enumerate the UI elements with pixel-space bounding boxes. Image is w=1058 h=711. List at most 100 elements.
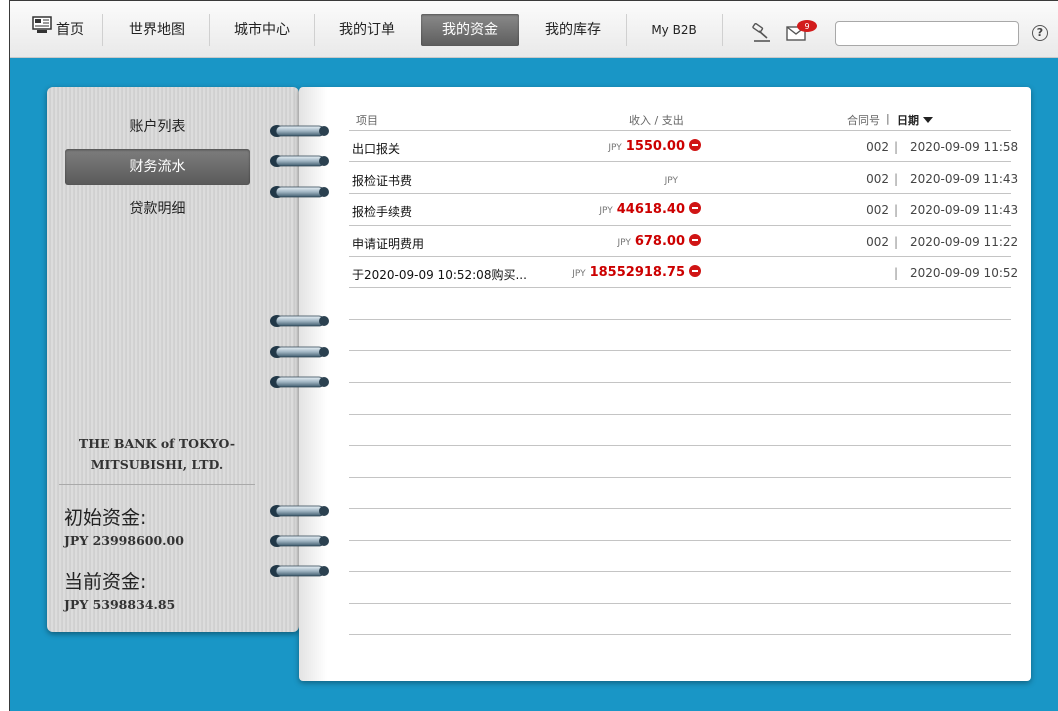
nav-my-b2b[interactable]: My B2B: [632, 14, 716, 46]
ruled-line: [349, 603, 1011, 604]
row-separator: |: [894, 140, 899, 154]
expense-minus-icon: [689, 202, 701, 214]
ruled-line: [349, 540, 1011, 541]
row-currency: JPY: [572, 269, 586, 279]
ruled-line: [349, 414, 1011, 415]
row-amount-value: 678.00: [634, 234, 685, 249]
sidebar-item-loan-details[interactable]: 贷款明细: [65, 191, 250, 227]
sidebar-item-account-list[interactable]: 账户列表: [65, 109, 250, 145]
row-separator: |: [894, 235, 899, 249]
row-amount-value: 1550.00: [625, 139, 685, 154]
col-header-contract[interactable]: 合同号: [847, 112, 880, 128]
mail-badge: 9: [804, 22, 809, 31]
nav-divider: [102, 14, 103, 46]
spiral-ring: [269, 153, 333, 167]
nav-divider: [314, 14, 315, 46]
row-amount-value: 18552918.75: [589, 265, 685, 280]
mail-icon[interactable]: 9: [785, 18, 819, 48]
row-date: 2020-09-09 11:22: [910, 235, 1019, 249]
ruled-line: [349, 508, 1011, 509]
ledger-page: 项目 收入 / 支出 合同号 | 日期 出口报关 JPY 1550.00 002 …: [299, 87, 1031, 681]
ruled-line: [349, 161, 1011, 162]
row-contract: 002: [866, 203, 889, 217]
nav-city-center[interactable]: 城市中心: [217, 14, 307, 46]
search-box: [835, 21, 1019, 46]
row-date: 2020-09-09 11:43: [910, 172, 1019, 186]
ruled-line: [349, 130, 1011, 131]
ruled-line: [349, 193, 1011, 194]
row-item: 报检手续费: [352, 205, 413, 219]
row-contract: 002: [866, 172, 889, 186]
row-item: 申请证明费用: [352, 237, 425, 251]
initial-funds-value: JPY 23998600.00: [64, 533, 184, 548]
row-contract: 002: [866, 235, 889, 249]
top-nav-bar: 首页 世界地图 城市中心 我的订单 我的资金 我的库存 My B2B 9 ?: [10, 1, 1058, 58]
row-date: 2020-09-09 11:58: [910, 140, 1019, 154]
spiral-ring: [269, 503, 333, 517]
row-date: 2020-09-09 10:52: [910, 266, 1019, 280]
nav-divider: [626, 14, 627, 46]
row-separator: |: [894, 203, 899, 217]
ruled-line: [349, 634, 1011, 635]
spiral-ring: [269, 184, 333, 198]
spiral-ring: [269, 123, 333, 137]
col-header-item: 项目: [356, 114, 378, 127]
search-input[interactable]: [836, 22, 1018, 45]
app-frame: 首页 世界地图 城市中心 我的订单 我的资金 我的库存 My B2B 9 ? 账…: [9, 0, 1058, 711]
nav-home-label: 首页: [56, 22, 84, 38]
expense-minus-icon: [689, 234, 701, 246]
ruled-line: [349, 350, 1011, 351]
nav-world-map[interactable]: 世界地图: [112, 14, 202, 46]
nav-divider: [722, 14, 723, 46]
row-amount-value: 44618.40: [616, 202, 685, 217]
account-sidebar: 账户列表 财务流水 贷款明细 THE BANK of TOKYO-MITSUBI…: [47, 87, 299, 632]
row-item: 出口报关: [352, 142, 401, 156]
divider: [59, 484, 255, 485]
row-currency: JPY: [608, 143, 622, 153]
spiral-ring: [269, 313, 333, 327]
ruled-line: [349, 445, 1011, 446]
ruled-line: [349, 319, 1011, 320]
bank-name: THE BANK of TOKYO-MITSUBISHI, LTD.: [78, 436, 236, 472]
monitor-icon: [32, 14, 52, 46]
gavel-icon[interactable]: [750, 22, 774, 47]
row-currency: JPY: [617, 238, 631, 248]
row-item: 报检证书费: [352, 174, 413, 188]
row-item: 于2020-09-09 10:52:08购买...: [352, 268, 527, 282]
col-header-date[interactable]: 日期: [897, 112, 933, 128]
row-separator: |: [894, 172, 899, 186]
nav-my-orders[interactable]: 我的订单: [322, 14, 412, 46]
ruled-line: [349, 477, 1011, 478]
current-funds-value: JPY 5398834.85: [64, 597, 176, 612]
row-amount: JPY: [665, 172, 682, 187]
row-amount: JPY 44618.40: [599, 202, 701, 217]
ruled-line: [349, 225, 1011, 226]
current-funds-label: 当前资金:: [64, 571, 147, 593]
spiral-ring: [269, 344, 333, 358]
spiral-ring: [269, 563, 333, 577]
help-icon[interactable]: ?: [1032, 25, 1048, 41]
spiral-ring: [269, 533, 333, 547]
expense-minus-icon: [689, 265, 701, 277]
row-separator: |: [894, 266, 899, 280]
col-header-separator: |: [886, 112, 890, 125]
sort-desc-icon: [922, 114, 933, 127]
row-currency: JPY: [599, 206, 613, 216]
sidebar-item-financial-flow[interactable]: 财务流水: [65, 149, 250, 185]
ruled-line: [349, 382, 1011, 383]
row-amount: JPY 18552918.75: [572, 265, 701, 280]
ruled-line: [349, 571, 1011, 572]
row-amount: JPY 678.00: [617, 234, 701, 249]
ruled-line: [349, 256, 1011, 257]
row-contract: 002: [866, 140, 889, 154]
row-amount: JPY 1550.00: [608, 139, 701, 154]
col-header-date-label: 日期: [897, 114, 919, 127]
row-currency: JPY: [664, 176, 678, 186]
spiral-ring: [269, 374, 333, 388]
nav-my-inventory[interactable]: 我的库存: [528, 14, 618, 46]
nav-divider: [209, 14, 210, 46]
col-header-in-out: 收入 / 支出: [629, 114, 684, 127]
nav-my-funds[interactable]: 我的资金: [421, 14, 519, 46]
nav-home[interactable]: 首页: [22, 14, 94, 46]
initial-funds-label: 初始资金:: [64, 507, 147, 529]
